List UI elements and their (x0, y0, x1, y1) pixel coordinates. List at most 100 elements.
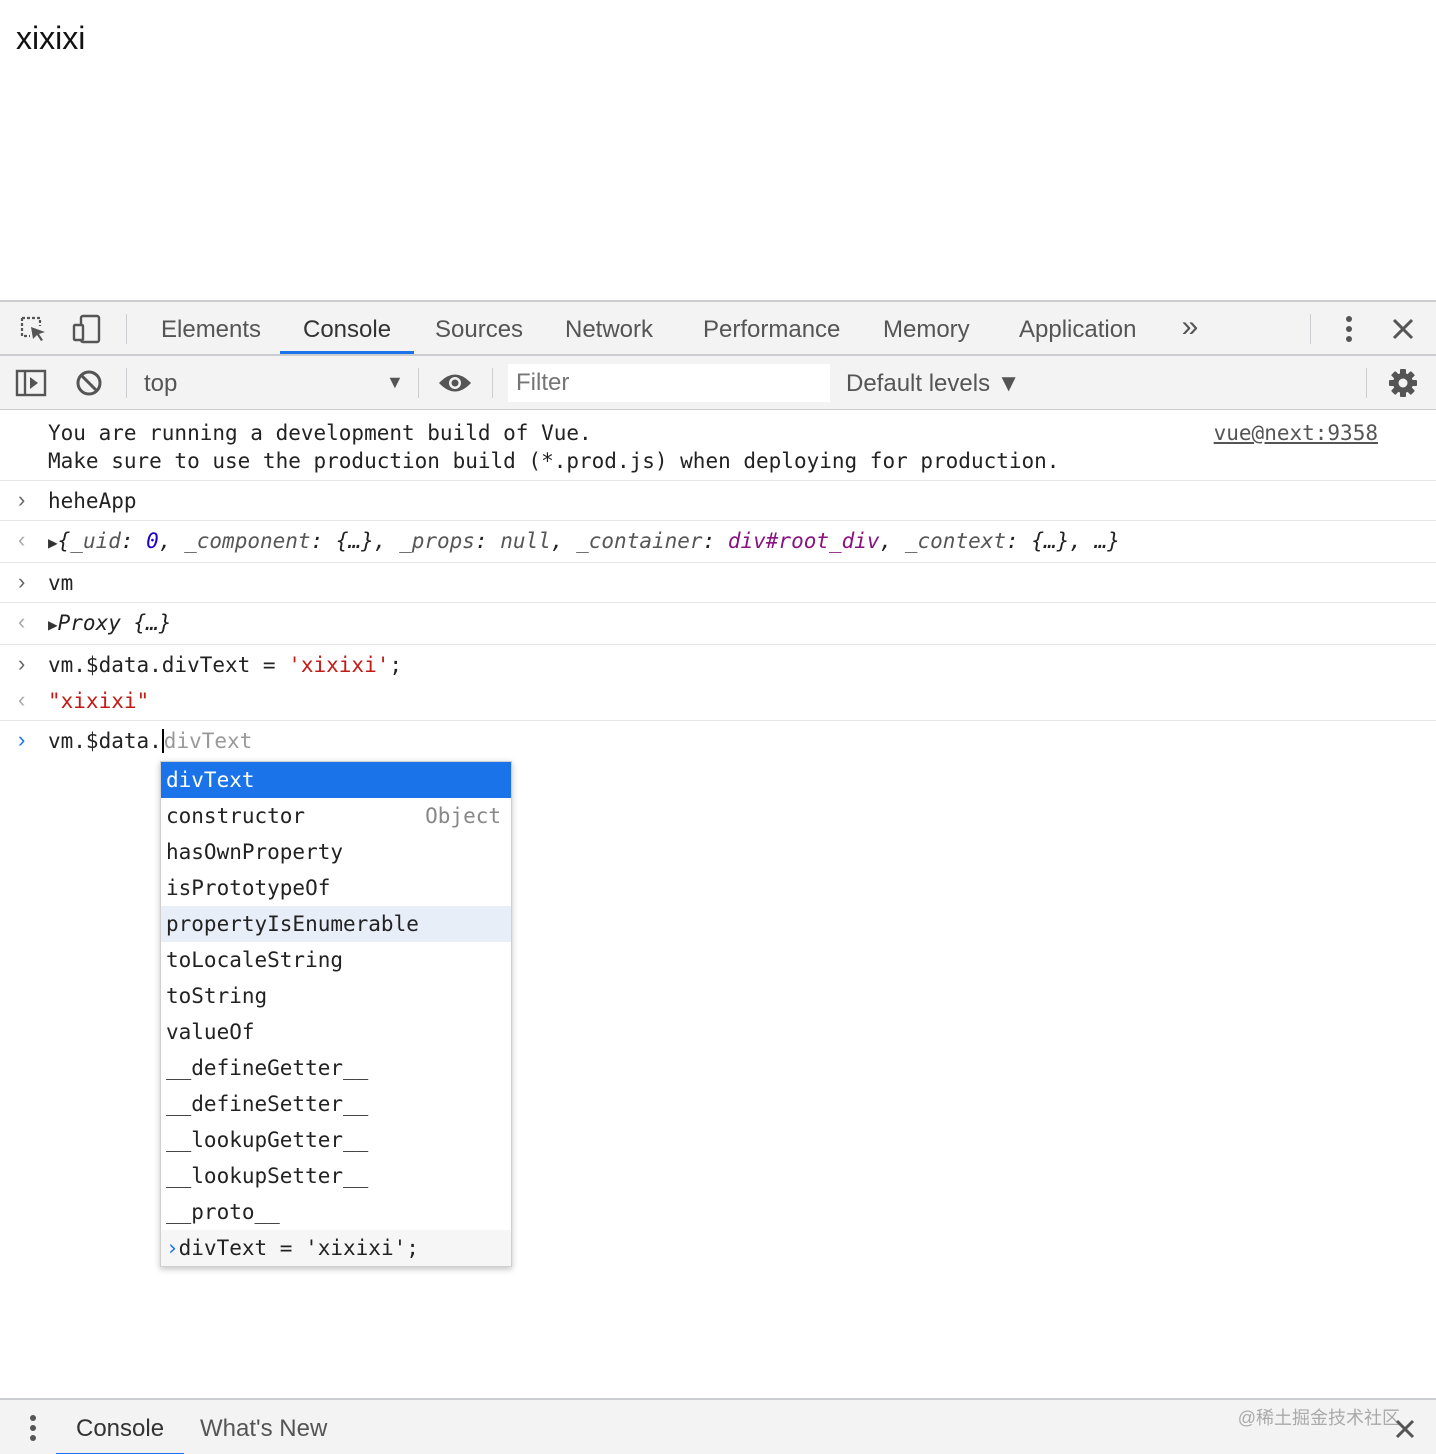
inline-suggestion: divText (163, 729, 253, 753)
brace: …} (1094, 529, 1120, 553)
autocomplete-item[interactable]: toLocaleString (161, 942, 511, 978)
page-text: xixixi (16, 20, 86, 56)
expand-triangle-icon[interactable]: ▶ (48, 533, 58, 552)
proxy-preview[interactable]: ▶Proxy {…} (48, 611, 171, 635)
code-text: ; (389, 653, 403, 677)
autocomplete-item[interactable]: valueOf (161, 1014, 511, 1050)
item-label: constructor (166, 804, 306, 828)
history-prompt-icon: › (166, 1236, 179, 1260)
prop-value: null (500, 529, 551, 553)
code-text: vm.$data.divText = (48, 653, 289, 677)
console-input-row: › heheApp (0, 481, 1436, 521)
autocomplete-history-item[interactable]: ›divText = 'xixixi'; (161, 1230, 511, 1266)
toolbar-divider (1310, 314, 1311, 344)
prop-value: 0 (146, 529, 159, 553)
drawer-tabbar: Console What's New @稀土掘金技术社区 (0, 1398, 1436, 1454)
log-levels-dropdown[interactable]: Default levels ▼ (846, 370, 1021, 398)
object-type: Proxy (57, 611, 121, 635)
console-message-warning: You are running a development build of V… (0, 411, 1436, 481)
item-label: divText = 'xixixi'; (178, 1236, 419, 1260)
close-devtools-icon[interactable] (1386, 312, 1420, 346)
typed-text: vm.$data. (48, 729, 162, 753)
active-prompt-icon: › (18, 727, 26, 752)
output-prompt-icon: ‹ (18, 527, 26, 552)
context-dropdown-icon[interactable]: ▼ (386, 372, 404, 393)
drawer-tab-whats-new[interactable]: What's New (180, 1400, 347, 1454)
autocomplete-item[interactable]: __lookupSetter__ (161, 1158, 511, 1194)
prop-key: _props (399, 529, 475, 553)
context-selector[interactable]: top (144, 370, 177, 398)
tab-application[interactable]: Application (996, 302, 1159, 354)
console-input-row: › vm (0, 563, 1436, 603)
prop-value: {…} (1031, 529, 1070, 553)
tab-memory[interactable]: Memory (860, 302, 993, 354)
prop-value: {…} (335, 529, 374, 553)
clear-console-icon[interactable] (72, 366, 106, 400)
autocomplete-item[interactable]: __proto__ (161, 1194, 511, 1230)
prop-key: _context (904, 529, 1007, 553)
console-output-row: ‹ ▶Proxy {…} (0, 603, 1436, 645)
page-viewport: xixixi (0, 0, 1436, 300)
toolbar-divider (1366, 368, 1367, 398)
brace: { (57, 529, 71, 553)
tab-network[interactable]: Network (542, 302, 676, 354)
console-input-row: › vm.$data.divText = 'xixixi'; (0, 645, 1436, 683)
expand-triangle-icon[interactable]: ▶ (48, 615, 58, 634)
input-prompt-icon: › (18, 569, 26, 594)
input-text: heheApp (48, 489, 137, 513)
prop-key: _uid (70, 529, 121, 553)
drawer-tab-console[interactable]: Console (56, 1400, 185, 1454)
autocomplete-item[interactable]: __lookupGetter__ (161, 1122, 511, 1158)
toolbar-divider (492, 368, 493, 398)
show-sidebar-icon[interactable] (14, 366, 48, 400)
inspect-element-icon[interactable] (16, 312, 50, 346)
live-expression-eye-icon[interactable] (438, 366, 472, 400)
autocomplete-dropdown: divText constructor Object hasOwnProperty… (160, 761, 512, 1267)
toolbar-divider (418, 368, 419, 398)
autocomplete-item[interactable]: divText (161, 762, 511, 798)
string-literal: 'xixixi' (288, 653, 390, 677)
toolbar-divider (126, 314, 127, 344)
source-link[interactable]: vue@next:9358 (1214, 421, 1378, 445)
autocomplete-item[interactable]: toString (161, 978, 511, 1014)
prop-value: div#root_div (727, 529, 880, 553)
drawer-menu-icon[interactable] (16, 1411, 50, 1445)
console-settings-gear-icon[interactable] (1386, 366, 1420, 400)
message-text: Make sure to use the production build (*… (48, 449, 1060, 473)
input-text: vm (48, 571, 74, 595)
autocomplete-item[interactable]: __defineSetter__ (161, 1086, 511, 1122)
item-type-hint: Object (425, 804, 501, 828)
prop-key: _component (184, 529, 311, 553)
autocomplete-item[interactable]: propertyIsEnumerable (161, 906, 511, 942)
output-string: "xixixi" (48, 689, 150, 713)
tab-elements[interactable]: Elements (138, 302, 284, 354)
console-prompt-row[interactable]: › vm.$data.divText (0, 721, 1436, 761)
prop-key: _container (576, 529, 703, 553)
console-output-row: ‹ "xixixi" (0, 683, 1436, 721)
output-prompt-icon: ‹ (18, 687, 26, 712)
autocomplete-item[interactable]: hasOwnProperty (161, 834, 511, 870)
customize-menu-icon[interactable] (1332, 312, 1366, 346)
object-value: {…} (133, 611, 172, 635)
console-toolbar: top ▼ Default levels ▼ (0, 356, 1436, 410)
autocomplete-item[interactable]: isPrototypeOf (161, 870, 511, 906)
input-text: vm.$data.divText = 'xixixi'; (48, 653, 402, 677)
input-prompt-icon: › (18, 487, 26, 512)
object-preview[interactable]: ▶{_uid: 0, _component: {…}, _props: null… (48, 529, 1120, 553)
output-prompt-icon: ‹ (18, 609, 26, 634)
filter-input[interactable] (508, 364, 830, 402)
more-tabs-icon[interactable]: » (1172, 310, 1208, 344)
autocomplete-item[interactable]: __defineGetter__ (161, 1050, 511, 1086)
input-prompt-icon: › (18, 651, 26, 676)
message-text: You are running a development build of V… (48, 421, 592, 445)
autocomplete-item[interactable]: constructor Object (161, 798, 511, 834)
tab-console[interactable]: Console (280, 302, 415, 354)
tab-sources[interactable]: Sources (412, 302, 546, 354)
tab-performance[interactable]: Performance (680, 302, 863, 354)
device-toolbar-icon[interactable] (70, 312, 104, 346)
close-drawer-icon[interactable] (1388, 1412, 1422, 1446)
console-output-row: ‹ ▶{_uid: 0, _component: {…}, _props: nu… (0, 521, 1436, 563)
console-input[interactable]: vm.$data.divText (48, 729, 252, 753)
devtools-tabbar: Elements Console Sources Network Perform… (0, 302, 1436, 356)
devtools-panel: Elements Console Sources Network Perform… (0, 300, 1436, 1454)
